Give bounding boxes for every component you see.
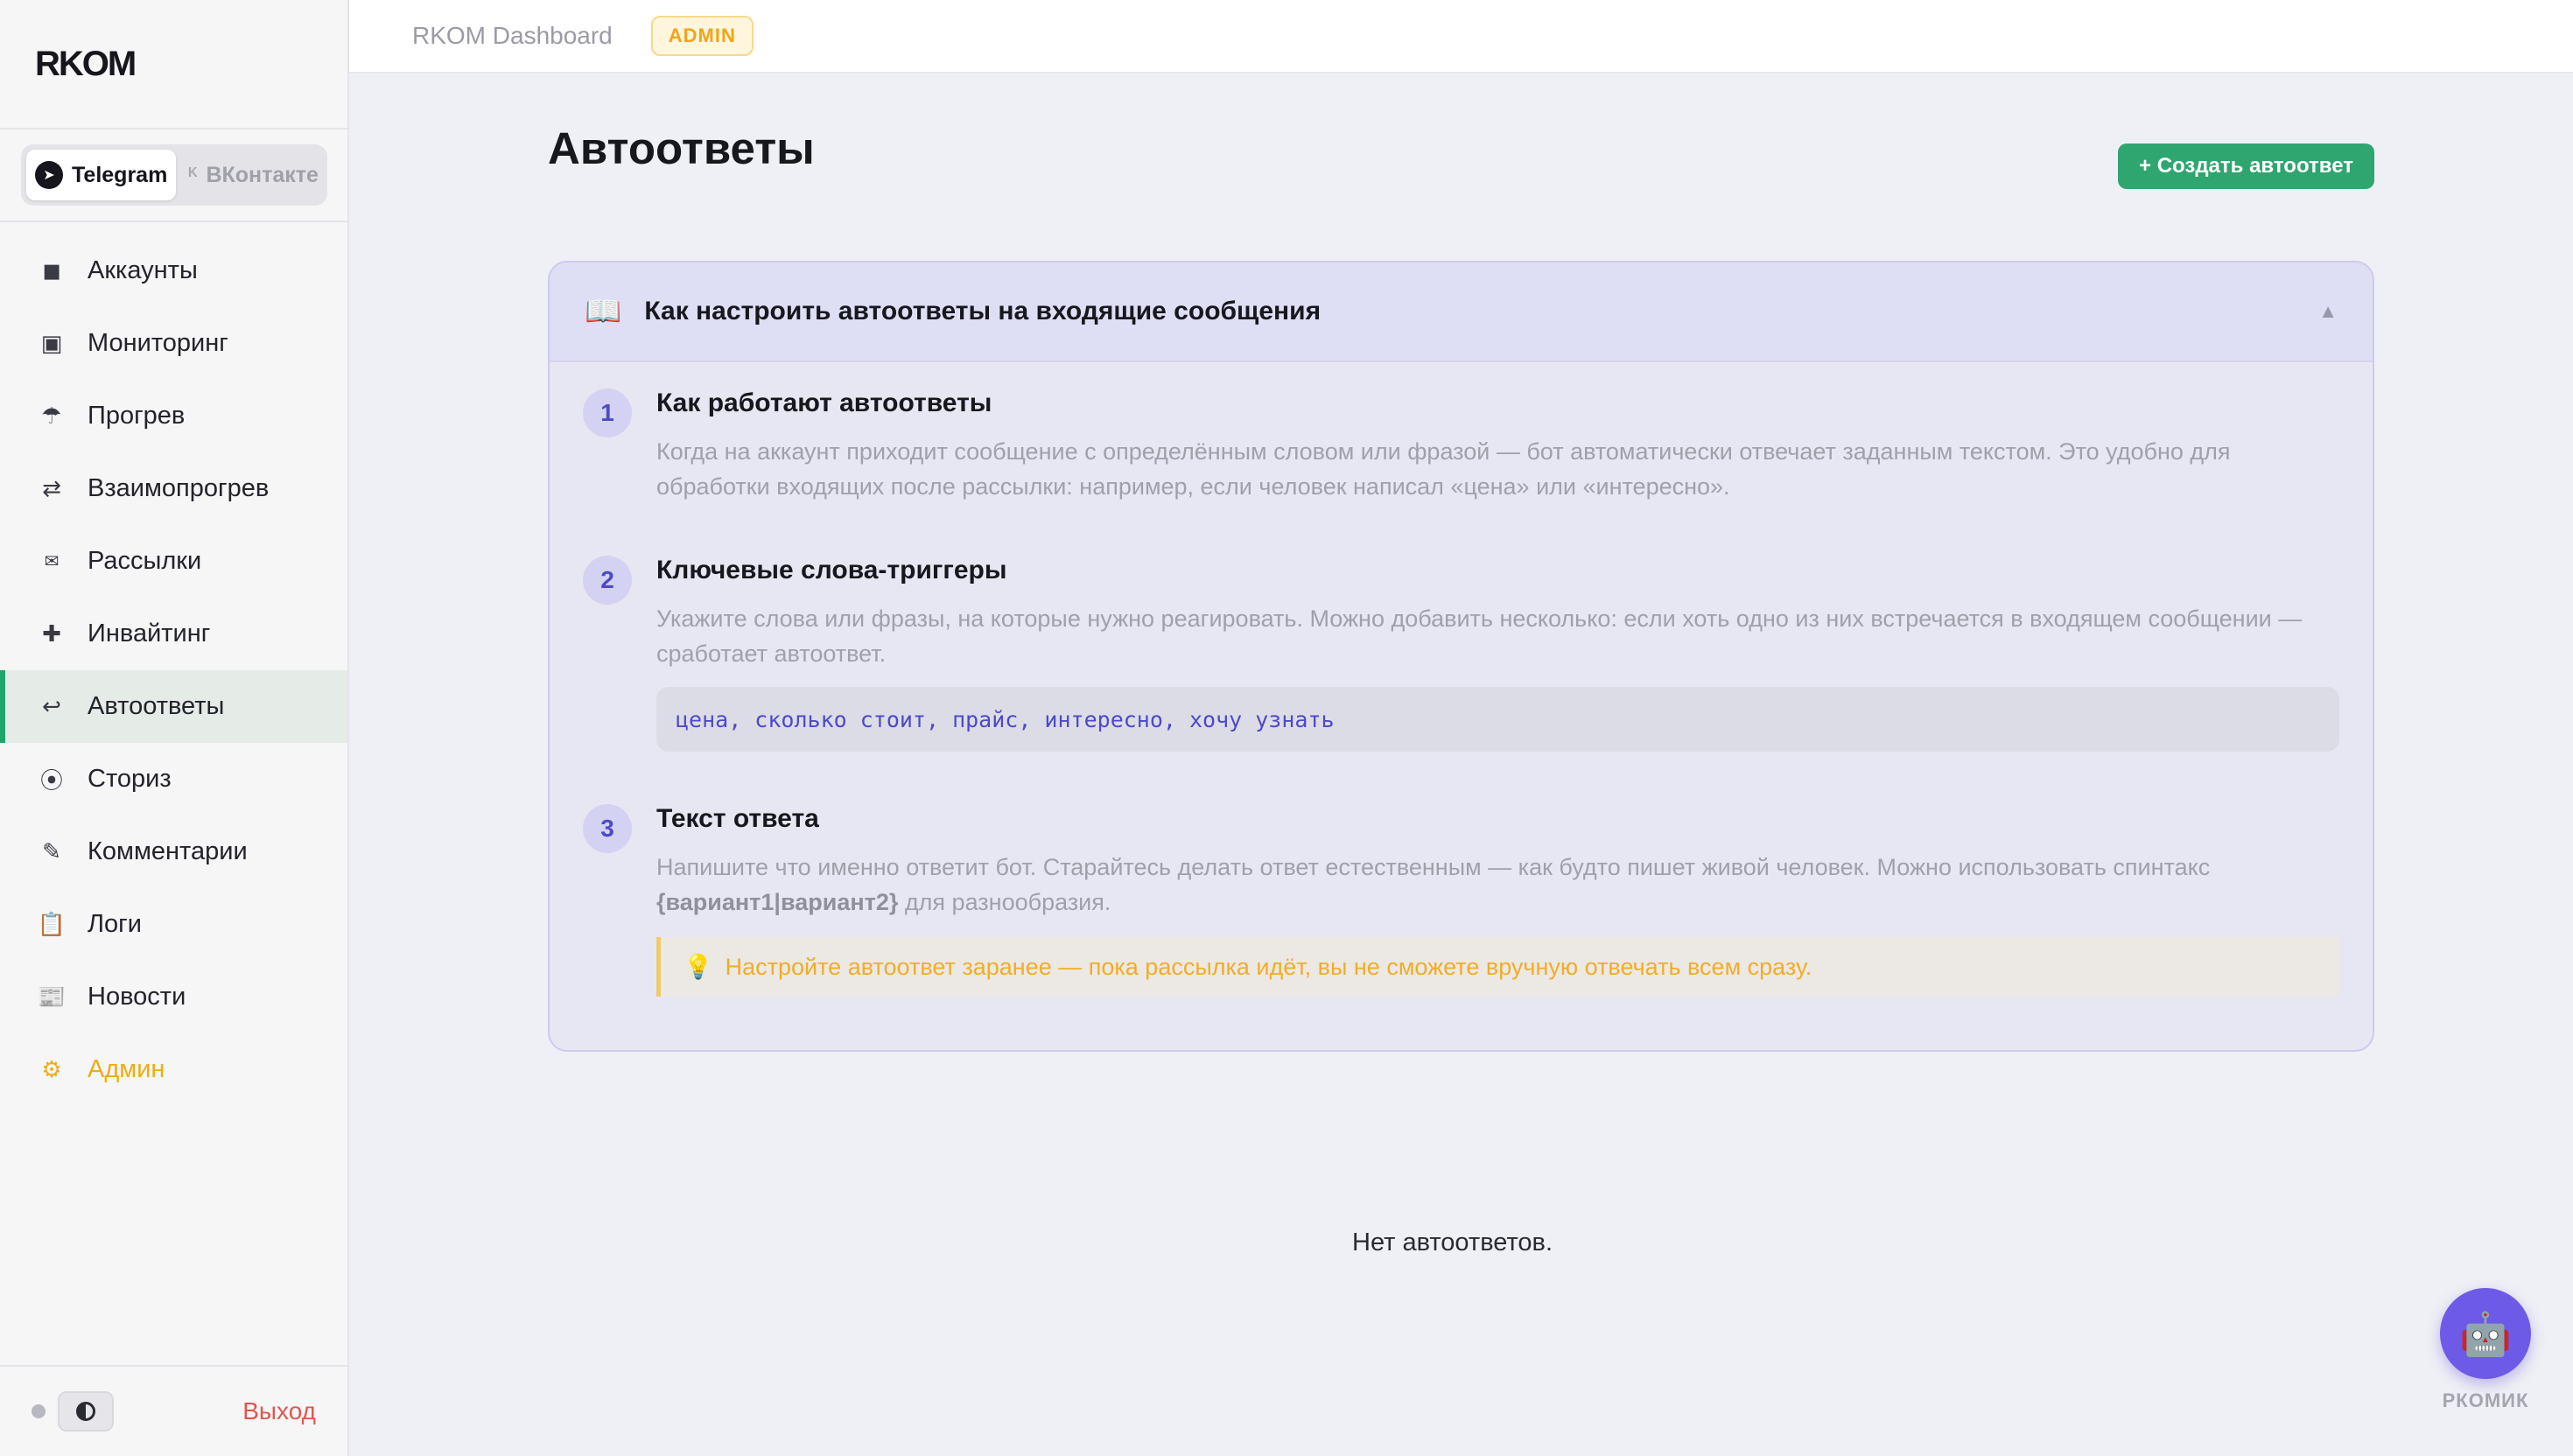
sidebar-item-label: Админ [88,1055,165,1083]
sidebar-item-mailings[interactable]: ✉ Рассылки [0,525,347,598]
sidebar-item-label: Аккаунты [88,256,198,284]
step-body: Ключевые слова-триггеры Укажите слова ил… [656,556,2339,752]
step-title: Как работают автоответы [656,388,992,417]
platform-switch-wrap: ➤ Telegram ᴷ ВКонтакте [0,130,347,222]
guide-step-3: 3 Текст ответа Напишите что именно ответ… [583,804,2339,997]
platform-switch: ➤ Telegram ᴷ ВКонтакте [21,144,327,206]
platform-telegram-button[interactable]: ➤ Telegram [26,150,177,200]
app: RKOM ➤ Telegram ᴷ ВКонтакте ◼ Аккаунты ▣ [0,0,2573,1456]
sidebar-item-admin[interactable]: ⚙ Админ [0,1033,347,1106]
sidebar-item-inviting[interactable]: ✚ Инвайтинг [0,598,347,670]
vk-icon: ᴷ [188,164,198,186]
square-icon: ◼ [42,257,61,284]
sidebar-item-label: Рассылки [88,547,202,575]
step-title: Ключевые слова-триггеры [656,556,1007,584]
sidebar-item-logs[interactable]: 📋 Логи [0,888,347,961]
sidebar-item-monitoring[interactable]: ▣ Мониторинг [0,307,347,380]
step-body: Как работают автоответы Когда на аккаунт… [656,388,2339,504]
guide-step-2: 2 Ключевые слова-триггеры Укажите слова … [583,556,2339,752]
sidebar: RKOM ➤ Telegram ᴷ ВКонтакте ◼ Аккаунты ▣ [0,0,349,1456]
sidebar-item-label: Комментарии [88,837,248,865]
logo: RKOM [0,0,347,130]
theme-toggle-button[interactable] [58,1391,114,1432]
tip-text: Настройте автоответ заранее — пока рассы… [725,953,1812,980]
step-text: Укажите слова или фразы, на которые нужн… [656,606,2303,667]
lightbulb-icon: 💡 [684,954,713,980]
guide-panel: 📖 Как настроить автоответы на входящие с… [548,261,2374,1052]
sidebar-item-label: Автоответы [88,692,225,720]
chevron-up-icon[interactable]: ▲ [2318,300,2338,323]
sidebar-footer: Выход [0,1365,347,1456]
guide-title: Как настроить автоответы на входящие соо… [644,297,1322,326]
sidebar-item-label: Взаимопрогрев [88,474,270,502]
plus-icon: ✚ [42,620,61,647]
status-dot [32,1404,46,1418]
reply-icon: ↩ [42,693,61,719]
sidebar-item-warmup[interactable]: ☂ Прогрев [0,380,347,452]
circle-dot-icon: ⦿ [39,767,63,794]
step-text-after: для разнообразия. [904,889,1111,915]
page-title: Автоответы [548,123,815,173]
tip-box: 💡 Настройте автоответ заранее — пока рас… [656,937,2339,997]
sidebar-item-autoreplies[interactable]: ↩ Автоответы [0,670,347,743]
spintax-example: {вариант1|вариант2} [656,889,899,915]
topbar: RKOM Dashboard ADMIN [349,0,2573,74]
sidebar-item-mutual-warmup[interactable]: ⇄ Взаимопрогрев [0,452,347,525]
half-circle-icon [76,1402,95,1421]
monitor-icon: ▣ [40,330,63,356]
sidebar-item-label: Прогрев [88,402,186,430]
sidebar-item-label: Новости [88,983,186,1011]
empty-state: Нет автоответов. [349,1228,2573,1257]
step-number: 2 [583,556,632,605]
gear-icon: ⚙ [41,1056,62,1082]
sidebar-item-label: Инвайтинг [88,620,211,648]
trigger-keywords-example: цена, сколько стоит, прайс, интересно, х… [656,687,2339,752]
empty-state-text: Нет автоответов. [1352,1228,1553,1256]
telegram-icon: ➤ [35,161,63,189]
platform-label: ВКонтакте [206,162,319,187]
sidebar-item-accounts[interactable]: ◼ Аккаунты [0,234,347,307]
step-text-before: Напишите что именно ответит бот. Старайт… [656,854,2211,880]
sidebar-item-label: Сториз [88,765,172,793]
book-icon: 📖 [585,295,622,328]
step-number: 1 [583,388,632,438]
guide-header[interactable]: 📖 Как настроить автоответы на входящие с… [550,262,2373,362]
logout-button[interactable]: Выход [242,1397,316,1425]
sidebar-item-news[interactable]: 📰 Новости [0,961,347,1033]
pencil-icon: ✎ [42,838,61,864]
sidebar-item-stories[interactable]: ⦿ Сториз [0,743,347,816]
newspaper-icon: 📰 [37,984,67,1010]
dashboard-title: RKOM Dashboard [412,22,613,49]
step-text: Когда на аккаунт приходит сообщение с оп… [656,438,2231,500]
sidebar-nav: ◼ Аккаунты ▣ Мониторинг ☂ Прогрев ⇄ Взаи… [0,222,347,1106]
sidebar-item-label: Мониторинг [88,329,228,357]
guide-step-1: 1 Как работают автоответы Когда на аккау… [583,388,2339,504]
main: RKOM Dashboard ADMIN Автоответы + Создат… [349,0,2573,1456]
admin-badge: ADMIN [650,16,754,56]
sidebar-item-comments[interactable]: ✎ Комментарии [0,816,347,888]
create-autoreply-button[interactable]: + Создать автоответ [2118,144,2374,189]
platform-label: Telegram [72,162,168,187]
step-text: Напишите что именно ответит бот. Старайт… [656,850,2339,920]
assistant-label: РКОМИК [2442,1390,2529,1411]
platform-vk-button[interactable]: ᴷ ВКонтакте [179,150,327,200]
step-body: Текст ответа Напишите что именно ответит… [656,804,2339,997]
robot-icon[interactable]: 🤖 [2440,1288,2531,1379]
swap-icon: ⇄ [42,475,61,501]
assistant-widget: 🤖 РКОМИК [2440,1288,2531,1412]
mail-icon: ✉ [44,552,60,571]
step-number: 3 [583,804,632,853]
umbrella-icon: ☂ [41,402,62,429]
clipboard-icon: 📋 [37,911,67,937]
sidebar-item-label: Логи [88,910,142,938]
step-title: Текст ответа [656,804,819,833]
